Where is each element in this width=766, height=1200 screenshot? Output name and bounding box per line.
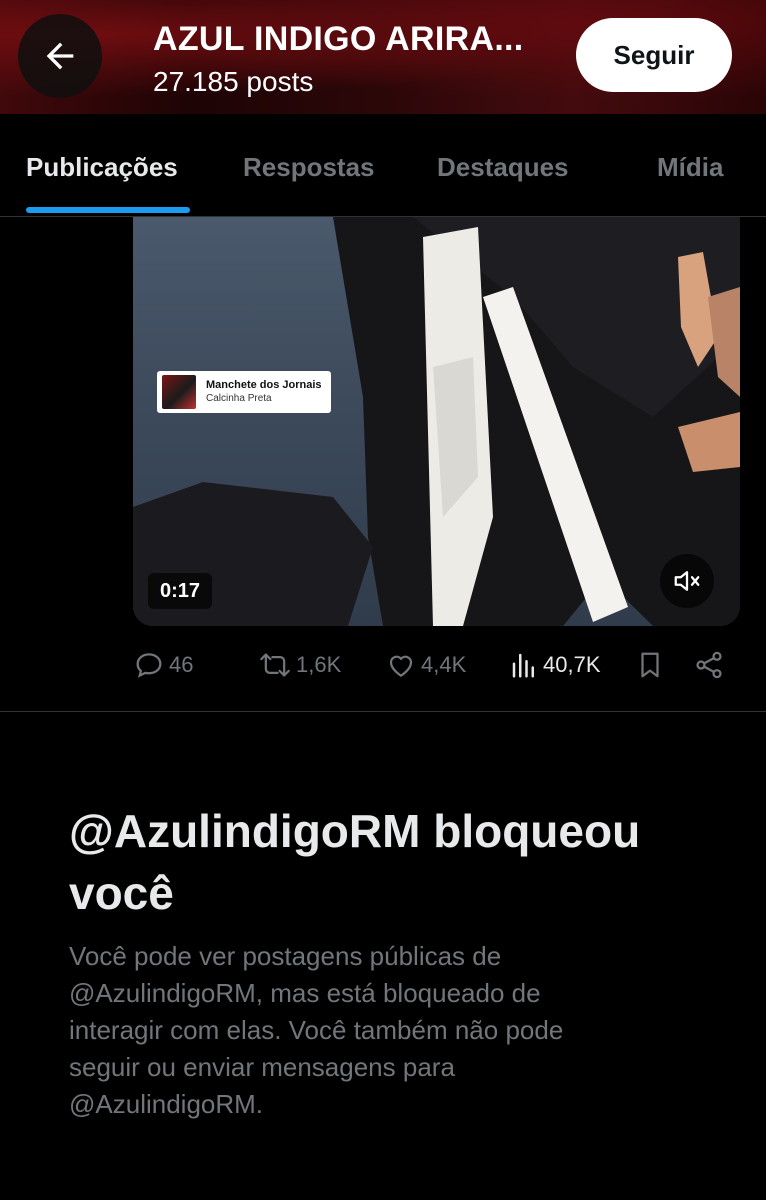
arrow-left-icon [46,42,74,70]
post-action-bar: 46 1,6K 4,4K 40,7K [0,642,766,688]
views-button[interactable]: 40,7K [509,642,601,688]
video-player[interactable]: Manchete dos Jornais Calcinha Preta 0:17 [133,217,740,626]
active-tab-indicator [26,207,190,213]
profile-tabs: Publicações Respostas Destaques Mídia [0,114,766,217]
like-button[interactable]: 4,4K [385,642,466,688]
video-frame [133,217,740,626]
tab-midia[interactable]: Mídia [657,152,723,183]
bookmark-icon [641,652,659,678]
reply-count: 46 [169,652,194,677]
views-count: 40,7K [543,652,601,677]
unmute-button[interactable] [660,554,714,608]
heart-icon [389,655,413,677]
repost-button[interactable]: 1,6K [258,642,341,688]
reply-icon [136,653,162,678]
post-divider [0,711,766,712]
music-sticker: Manchete dos Jornais Calcinha Preta [157,371,331,413]
views-chart-icon [512,653,534,678]
tab-publicacoes[interactable]: Publicações [26,152,178,183]
video-duration: 0:17 [148,573,213,609]
back-button[interactable] [18,14,102,98]
like-count: 4,4K [421,652,467,677]
share-icon [696,651,722,679]
tab-destaques[interactable]: Destaques [437,152,569,183]
follow-button[interactable]: Seguir [576,18,732,92]
music-artist: Calcinha Preta [206,392,272,404]
music-title: Manchete dos Jornais [206,378,322,391]
bookmark-button[interactable] [635,642,665,688]
tab-respostas[interactable]: Respostas [243,152,375,183]
posts-count: 27.185 posts [153,66,314,97]
reply-button[interactable]: 46 [133,642,193,688]
profile-header: AZUL INDIGO ARIRA... 27.185 posts Seguir [0,0,766,114]
profile-name: AZUL INDIGO ARIRA... [153,20,524,58]
volume-muted-icon [674,571,700,591]
repost-icon [260,653,290,677]
blocked-title: @AzulindigoRM bloqueou você [69,805,641,919]
album-cover [162,375,196,409]
blocked-description: Você pode ver postagens públicas de @Azu… [69,941,564,1119]
share-button[interactable] [693,642,725,688]
repost-count: 1,6K [296,652,342,677]
